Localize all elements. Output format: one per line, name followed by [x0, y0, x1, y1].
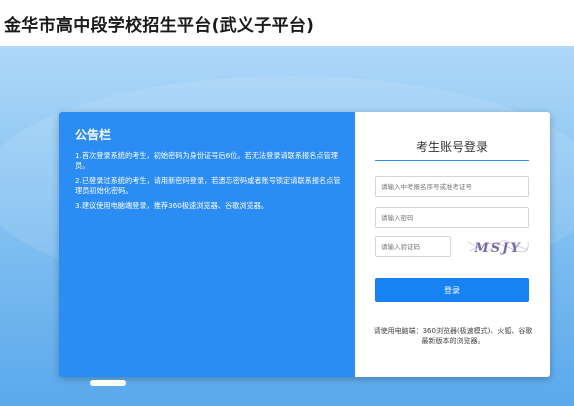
- captcha-image[interactable]: MSJY: [466, 236, 530, 257]
- notice-item-1: 1.首次登录系统的考生，初始密码为身份证号后6位。若无法登录请联系报名点管理员。: [75, 151, 338, 170]
- notice-item-3: 3.建议使用电脑端登录，推荐360极速浏览器、谷歌浏览器。: [75, 201, 269, 210]
- notice-item-2: 2.已登录过系统的考生，请用新密码登录，若遗忘密码或者账号锁定请联系报名点管理员…: [75, 176, 341, 195]
- notice-panel: 公告栏 1.首次登录系统的考生，初始密码为身份证号后6位。若无法登录请联系报名点…: [59, 112, 355, 377]
- browser-tip: 请使用电脑端：360浏览器(极速模式)、火狐、谷歌最新版本的浏览器。: [373, 327, 533, 345]
- carousel-indicator-icon[interactable]: [90, 380, 126, 386]
- login-panel: 考生账号登录 MSJY 登录 请使用电脑端：360浏览器(极速模式)、火狐、谷歌…: [355, 112, 550, 377]
- login-button[interactable]: 登录: [375, 278, 529, 302]
- password-input[interactable]: [375, 207, 529, 228]
- top-header: 金华市高中段学校招生平台(武义子平台): [0, 0, 574, 46]
- notice-title: 公告栏: [75, 128, 112, 142]
- captcha-input[interactable]: [375, 236, 451, 257]
- username-input[interactable]: [375, 176, 529, 197]
- login-card: 公告栏 1.首次登录系统的考生，初始密码为身份证号后6位。若无法登录请联系报名点…: [59, 112, 550, 377]
- login-title: 考生账号登录: [375, 138, 529, 161]
- hero-banner: 公告栏 1.首次登录系统的考生，初始密码为身份证号后6位。若无法登录请联系报名点…: [0, 46, 574, 406]
- captcha-text: MSJY: [473, 241, 521, 256]
- site-title: 金华市高中段学校招生平台(武义子平台): [4, 16, 315, 36]
